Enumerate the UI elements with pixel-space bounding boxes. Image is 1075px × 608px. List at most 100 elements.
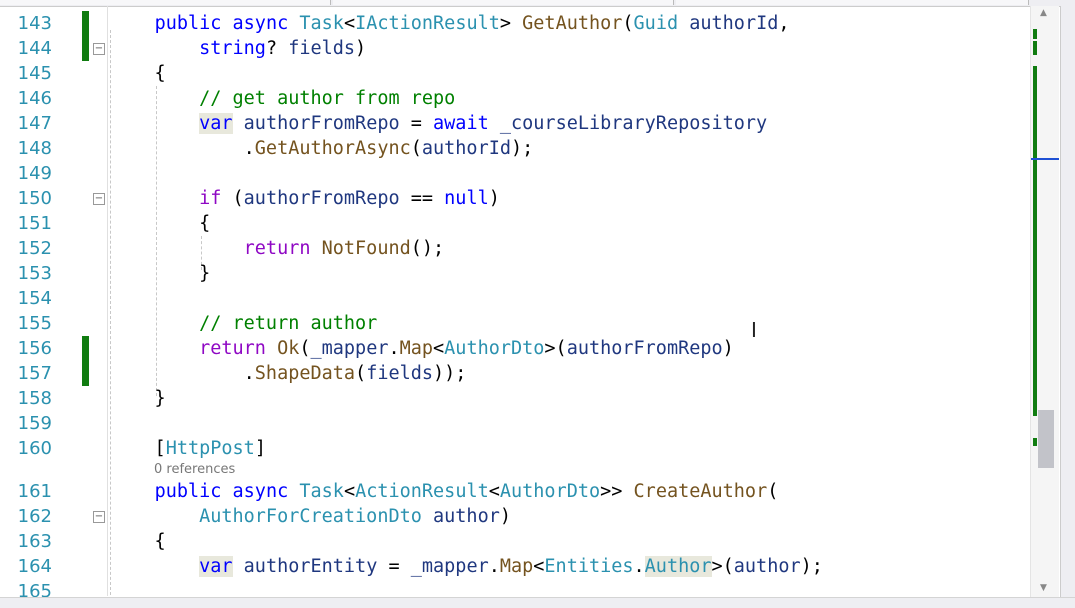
- code-token: }: [110, 388, 166, 409]
- change-bar: [82, 36, 89, 61]
- scroll-down-icon[interactable]: ▼: [1040, 583, 1047, 593]
- code-line: 160 [HttpPost]: [0, 436, 1030, 461]
- code-text[interactable]: AuthorForCreationDto author): [110, 504, 511, 529]
- scrollbar-thumb[interactable]: [1038, 410, 1054, 468]
- code-line: 157 .ShapeData(fields));: [0, 361, 1030, 386]
- code-text[interactable]: }: [110, 261, 210, 286]
- code-token: ShapeData: [254, 363, 356, 384]
- code-token: (: [355, 363, 367, 384]
- text-cursor-icon: I: [751, 318, 757, 342]
- code-token: author: [433, 506, 500, 527]
- code-text[interactable]: string? fields): [110, 36, 366, 61]
- line-number: 164: [17, 556, 52, 577]
- code-token: >(: [711, 556, 734, 577]
- line-number: 158: [17, 388, 52, 409]
- references-codelens[interactable]: 0 references: [154, 461, 235, 479]
- code-line: 149: [0, 161, 1030, 186]
- code-text[interactable]: .GetAuthorAsync(authorId);: [110, 136, 534, 161]
- code-token: string: [199, 38, 266, 59]
- code-text[interactable]: if (authorFromRepo == null): [110, 186, 500, 211]
- code-token: .: [488, 556, 500, 577]
- code-line: 150 − if (authorFromRepo == null): [0, 186, 1030, 211]
- vertical-scrollbar[interactable]: ▲ ▼: [1030, 6, 1059, 597]
- line-number: 143: [17, 13, 52, 34]
- code-token: ): [355, 38, 367, 59]
- code-text[interactable]: }: [110, 386, 166, 411]
- code-token: authorFromRepo: [243, 113, 400, 134]
- code-text[interactable]: return Ok(_mapper.Map<AuthorDto>(authorF…: [110, 336, 734, 361]
- code-text[interactable]: {: [110, 529, 166, 554]
- code-token: {: [110, 213, 211, 234]
- code-line: 162 − AuthorForCreationDto author): [0, 504, 1030, 529]
- code-token: <: [433, 338, 445, 359]
- code-line: 156 return Ok(_mapper.Map<AuthorDto>(aut…: [0, 336, 1030, 361]
- collapse-box-icon[interactable]: −: [93, 193, 105, 205]
- line-number: 148: [17, 138, 52, 159]
- line-number: 147: [17, 113, 52, 134]
- code-text[interactable]: {: [110, 61, 166, 86]
- code-token: <: [343, 13, 356, 34]
- change-marker: [1033, 66, 1037, 416]
- collapse-box-icon[interactable]: −: [93, 511, 105, 523]
- code-line: 148 .GetAuthorAsync(authorId);: [0, 136, 1030, 161]
- tab[interactable]: [0, 0, 331, 5]
- code-token: IActionResult: [355, 13, 500, 34]
- collapse-box-icon[interactable]: −: [93, 43, 105, 55]
- code-token: .: [633, 556, 645, 577]
- code-text[interactable]: var authorFromRepo = await _courseLibrar…: [110, 111, 767, 136]
- tab[interactable]: [333, 0, 674, 5]
- code-text[interactable]: .ShapeData(fields));: [110, 361, 467, 386]
- code-token: Task: [299, 13, 344, 34]
- code-text[interactable]: public async Task<ActionResult<AuthorDto…: [110, 479, 779, 504]
- line-number: 162: [17, 506, 52, 527]
- code-token: public: [154, 13, 222, 34]
- code-line: 146 // get author from repo: [0, 86, 1030, 111]
- scroll-up-icon[interactable]: ▲: [1040, 8, 1047, 18]
- code-token: (: [622, 13, 634, 34]
- code-token: fields: [366, 363, 434, 384]
- code-token: ();: [410, 238, 445, 259]
- code-token: return: [243, 238, 311, 259]
- code-token: ?: [265, 38, 289, 59]
- code-text[interactable]: public async Task<IActionResult> GetAuth…: [110, 11, 790, 36]
- code-token: ));: [433, 363, 467, 384]
- change-bar: [82, 361, 89, 386]
- code-text[interactable]: // get author from repo: [110, 86, 455, 111]
- code-token: {: [110, 531, 166, 552]
- line-number: 157: [17, 363, 52, 384]
- code-token: <: [488, 481, 500, 502]
- code-text[interactable]: [HttpPost]: [110, 436, 266, 461]
- code-line: 159: [0, 411, 1030, 436]
- code-text[interactable]: return NotFound();: [110, 236, 445, 261]
- change-bar: [82, 336, 89, 361]
- code-line: 161 public async Task<ActionResult<Autho…: [0, 479, 1030, 504]
- code-text[interactable]: var authorEntity = _mapper.Map<Entities.…: [110, 554, 823, 579]
- code-token: =: [377, 556, 411, 577]
- code-token: .: [388, 338, 400, 359]
- change-marker: [1033, 29, 1037, 39]
- code-token: Author: [644, 556, 712, 577]
- code-token: CreateAuthor: [633, 481, 768, 502]
- code-line: 153 }: [0, 261, 1030, 286]
- code-editor[interactable]: 143 public async Task<IActionResult> Get…: [0, 11, 1030, 604]
- code-text[interactable]: // return author: [110, 311, 377, 336]
- code-text[interactable]: {: [110, 211, 210, 236]
- tab[interactable]: [676, 0, 1029, 5]
- code-token: authorFromRepo: [243, 188, 400, 209]
- side-panel-edge: [1060, 6, 1075, 597]
- code-token: GetAuthorAsync: [254, 138, 411, 159]
- line-number: 152: [17, 238, 52, 259]
- line-number: 151: [17, 213, 52, 234]
